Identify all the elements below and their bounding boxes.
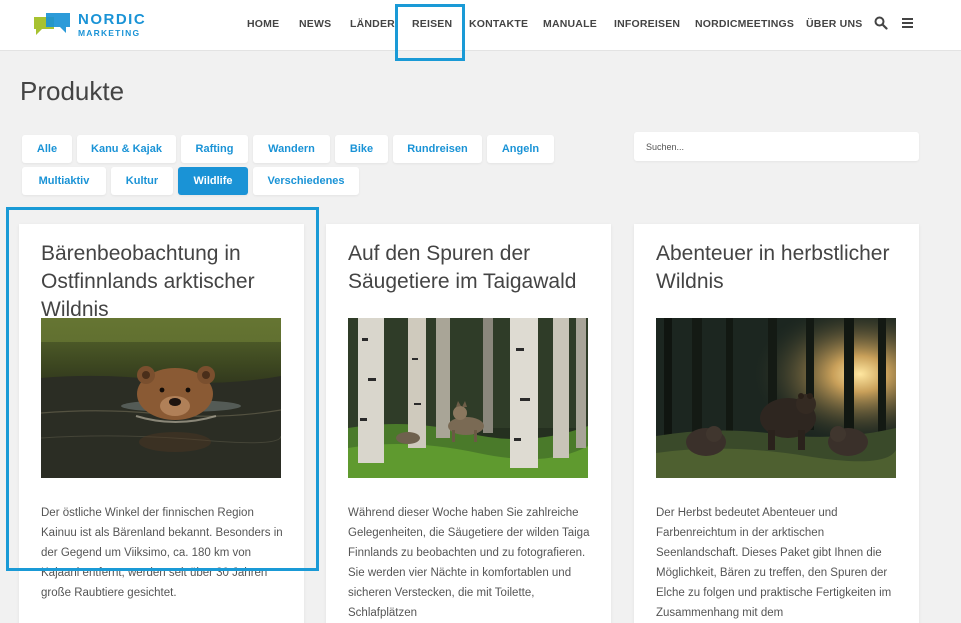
product-card[interactable]: Abenteuer in herbstlicher Wildnis Der He… xyxy=(634,224,919,623)
nav-home[interactable]: HOME xyxy=(247,18,279,30)
bear-swimming-photo[interactable] xyxy=(41,318,281,478)
search-input[interactable] xyxy=(634,132,919,161)
filter-multiaktiv[interactable]: Multiaktiv xyxy=(22,167,106,195)
wolf-forest-image xyxy=(348,318,588,478)
product-card[interactable]: Auf den Spuren der Säugetiere im Taigawa… xyxy=(326,224,611,623)
nav-ueber-uns[interactable]: ÜBER UNS xyxy=(806,18,862,30)
product-description: Der östliche Winkel der finnischen Regio… xyxy=(41,507,283,599)
nav-laender[interactable]: LÄNDER xyxy=(350,18,395,30)
filter-wandern[interactable]: Wandern xyxy=(253,135,330,163)
wolf-in-birch-forest-photo[interactable] xyxy=(348,318,588,478)
nav-inforeisen[interactable]: INFOREISEN xyxy=(614,18,680,30)
product-title[interactable]: Bärenbeobachtung in Ostfinnlands arktisc… xyxy=(41,240,291,324)
filter-alle[interactable]: Alle xyxy=(22,135,72,163)
logo-word-marketing: MARKETING xyxy=(78,28,141,38)
filter-wildlife[interactable]: Wildlife xyxy=(178,167,248,195)
nav-manuale[interactable]: MANUALE xyxy=(543,18,597,30)
filter-bike[interactable]: Bike xyxy=(335,135,388,163)
nav-kontakte[interactable]: KONTAKTE xyxy=(469,18,528,30)
search-icon[interactable] xyxy=(874,16,888,30)
filter-verschiedenes[interactable]: Verschiedenes xyxy=(253,167,359,195)
logo-text: NORDIC MARKETING xyxy=(78,11,147,39)
filter-rundreisen[interactable]: Rundreisen xyxy=(393,135,482,163)
filter-rafting[interactable]: Rafting xyxy=(181,135,248,163)
product-description: Der Herbst bedeutet Abenteuer und Farben… xyxy=(656,507,892,619)
product-card[interactable]: Bärenbeobachtung in Ostfinnlands arktisc… xyxy=(19,224,304,623)
product-description: Während dieser Woche haben Sie zahlreich… xyxy=(348,507,590,619)
logo-word-nordic: NORDIC xyxy=(78,11,147,28)
bears-autumn-image xyxy=(656,318,896,478)
page-title: Produkte xyxy=(20,76,125,106)
product-title[interactable]: Auf den Spuren der Säugetiere im Taigawa… xyxy=(348,240,598,296)
hamburger-menu-icon[interactable] xyxy=(901,16,915,30)
filter-kultur[interactable]: Kultur xyxy=(111,167,173,195)
filter-kanu-kajak[interactable]: Kanu & Kajak xyxy=(77,135,176,163)
speech-bubbles-logo-icon xyxy=(34,13,70,35)
site-header: NORDIC MARKETING HOME NEWS LÄNDER REISEN… xyxy=(0,0,961,51)
nav-nordicmeetings[interactable]: NORDICMEETINGS xyxy=(695,18,794,30)
filter-angeln[interactable]: Angeln xyxy=(487,135,554,163)
nav-news[interactable]: NEWS xyxy=(299,18,331,30)
nordic-marketing-logo[interactable]: NORDIC MARKETING xyxy=(32,11,152,41)
bear-swimming-image xyxy=(41,318,281,478)
product-title[interactable]: Abenteuer in herbstlicher Wildnis xyxy=(656,240,906,296)
bears-in-autumn-forest-photo[interactable] xyxy=(656,318,896,478)
nav-reisen[interactable]: REISEN xyxy=(412,18,452,30)
